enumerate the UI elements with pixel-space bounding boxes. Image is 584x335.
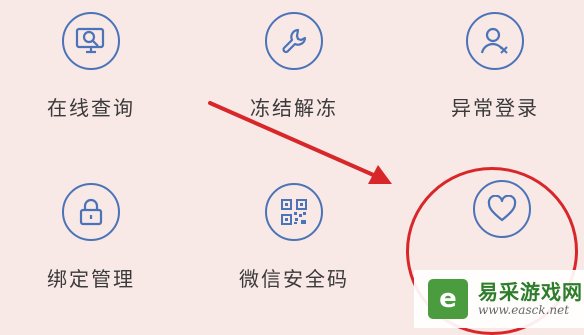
watermark-name: 易采游戏网 (478, 279, 583, 304)
brand-logo-icon: e (428, 279, 468, 319)
watermark-domain: www.easck.net (478, 302, 570, 317)
watermark: e 易采游戏网 www.easck.net (414, 270, 584, 328)
